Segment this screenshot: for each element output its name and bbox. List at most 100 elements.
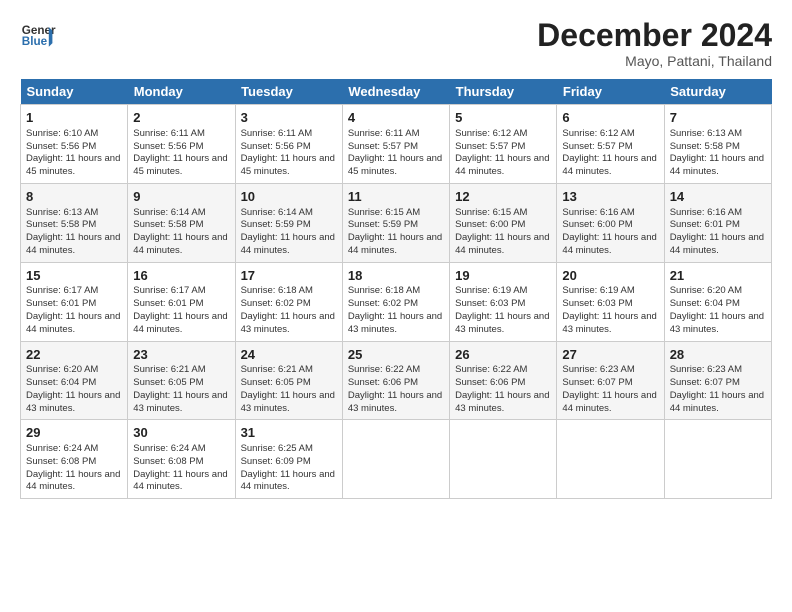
sunrise-text: Sunrise: 6:23 AM bbox=[670, 364, 742, 375]
location-title: Mayo, Pattani, Thailand bbox=[537, 53, 772, 69]
day-number: 20 bbox=[562, 267, 658, 285]
week-row-5: 29Sunrise: 6:24 AMSunset: 6:08 PMDayligh… bbox=[21, 420, 772, 499]
sunrise-text: Sunrise: 6:12 AM bbox=[562, 128, 634, 139]
calendar-cell: 2Sunrise: 6:11 AMSunset: 5:56 PMDaylight… bbox=[128, 105, 235, 184]
daylight-text: Daylight: 11 hours and 44 minutes. bbox=[562, 390, 656, 414]
day-number: 30 bbox=[133, 424, 229, 442]
calendar-cell: 9Sunrise: 6:14 AMSunset: 5:58 PMDaylight… bbox=[128, 183, 235, 262]
calendar-cell: 26Sunrise: 6:22 AMSunset: 6:06 PMDayligh… bbox=[450, 341, 557, 420]
calendar-cell: 12Sunrise: 6:15 AMSunset: 6:00 PMDayligh… bbox=[450, 183, 557, 262]
calendar-table: Sunday Monday Tuesday Wednesday Thursday… bbox=[20, 79, 772, 499]
day-number: 12 bbox=[455, 188, 551, 206]
sunrise-text: Sunrise: 6:16 AM bbox=[562, 207, 634, 218]
day-number: 21 bbox=[670, 267, 766, 285]
daylight-text: Daylight: 11 hours and 45 minutes. bbox=[26, 153, 120, 177]
calendar-cell: 27Sunrise: 6:23 AMSunset: 6:07 PMDayligh… bbox=[557, 341, 664, 420]
sunrise-text: Sunrise: 6:13 AM bbox=[26, 207, 98, 218]
daylight-text: Daylight: 11 hours and 43 minutes. bbox=[455, 390, 549, 414]
sunset-text: Sunset: 6:01 PM bbox=[26, 298, 96, 309]
days-header-row: Sunday Monday Tuesday Wednesday Thursday… bbox=[21, 79, 772, 105]
day-number: 24 bbox=[241, 346, 337, 364]
sunrise-text: Sunrise: 6:12 AM bbox=[455, 128, 527, 139]
sunset-text: Sunset: 5:57 PM bbox=[562, 141, 632, 152]
sunrise-text: Sunrise: 6:16 AM bbox=[670, 207, 742, 218]
sunrise-text: Sunrise: 6:11 AM bbox=[133, 128, 205, 139]
daylight-text: Daylight: 11 hours and 43 minutes. bbox=[241, 311, 335, 335]
day-number: 15 bbox=[26, 267, 122, 285]
week-row-3: 15Sunrise: 6:17 AMSunset: 6:01 PMDayligh… bbox=[21, 262, 772, 341]
sunrise-text: Sunrise: 6:19 AM bbox=[562, 285, 634, 296]
sunset-text: Sunset: 6:06 PM bbox=[455, 377, 525, 388]
logo: General Blue bbox=[20, 18, 56, 54]
sunrise-text: Sunrise: 6:15 AM bbox=[348, 207, 420, 218]
sunrise-text: Sunrise: 6:25 AM bbox=[241, 443, 313, 454]
sunset-text: Sunset: 5:59 PM bbox=[348, 219, 418, 230]
sunrise-text: Sunrise: 6:24 AM bbox=[133, 443, 205, 454]
calendar-cell: 11Sunrise: 6:15 AMSunset: 5:59 PM Dayligh… bbox=[342, 183, 449, 262]
week-row-4: 22Sunrise: 6:20 AMSunset: 6:04 PMDayligh… bbox=[21, 341, 772, 420]
day-number: 19 bbox=[455, 267, 551, 285]
daylight-text: Daylight: 11 hours and 43 minutes. bbox=[348, 390, 442, 414]
daylight-text: Daylight: 11 hours and 44 minutes. bbox=[26, 311, 120, 335]
day-number: 17 bbox=[241, 267, 337, 285]
daylight-text: Daylight: 11 hours and 44 minutes. bbox=[348, 232, 442, 256]
col-monday: Monday bbox=[128, 79, 235, 105]
day-number: 2 bbox=[133, 109, 229, 127]
day-number: 22 bbox=[26, 346, 122, 364]
calendar-cell: 8Sunrise: 6:13 AMSunset: 5:58 PMDaylight… bbox=[21, 183, 128, 262]
day-number: 8 bbox=[26, 188, 122, 206]
sunrise-text: Sunrise: 6:17 AM bbox=[26, 285, 98, 296]
day-number: 9 bbox=[133, 188, 229, 206]
sunset-text: Sunset: 5:58 PM bbox=[133, 219, 203, 230]
day-number: 27 bbox=[562, 346, 658, 364]
daylight-text: Daylight: 11 hours and 44 minutes. bbox=[133, 469, 227, 493]
daylight-text: Daylight: 11 hours and 43 minutes. bbox=[133, 390, 227, 414]
day-number: 31 bbox=[241, 424, 337, 442]
daylight-text: Daylight: 11 hours and 44 minutes. bbox=[241, 232, 335, 256]
sunrise-text: Sunrise: 6:13 AM bbox=[670, 128, 742, 139]
sunset-text: Sunset: 6:03 PM bbox=[562, 298, 632, 309]
day-number: 6 bbox=[562, 109, 658, 127]
calendar-cell: 24Sunrise: 6:21 AMSunset: 6:05 PMDayligh… bbox=[235, 341, 342, 420]
daylight-text: Daylight: 11 hours and 45 minutes. bbox=[348, 153, 442, 177]
calendar-cell bbox=[664, 420, 771, 499]
calendar-cell: 4Sunrise: 6:11 AMSunset: 5:57 PMDaylight… bbox=[342, 105, 449, 184]
calendar-cell: 20Sunrise: 6:19 AMSunset: 6:03 PMDayligh… bbox=[557, 262, 664, 341]
calendar-cell: 3Sunrise: 6:11 AMSunset: 5:56 PMDaylight… bbox=[235, 105, 342, 184]
day-number: 28 bbox=[670, 346, 766, 364]
day-number: 11 bbox=[348, 188, 444, 206]
sunset-text: Sunset: 6:00 PM bbox=[455, 219, 525, 230]
day-number: 23 bbox=[133, 346, 229, 364]
daylight-text: Daylight: 11 hours and 45 minutes. bbox=[133, 153, 227, 177]
sunset-text: Sunset: 6:08 PM bbox=[133, 456, 203, 467]
calendar-cell: 1Sunrise: 6:10 AMSunset: 5:56 PMDaylight… bbox=[21, 105, 128, 184]
calendar-cell: 31Sunrise: 6:25 AMSunset: 6:09 PMDayligh… bbox=[235, 420, 342, 499]
calendar-cell: 5Sunrise: 6:12 AMSunset: 5:57 PMDaylight… bbox=[450, 105, 557, 184]
calendar-cell bbox=[557, 420, 664, 499]
calendar-cell: 19Sunrise: 6:19 AMSunset: 6:03 PMDayligh… bbox=[450, 262, 557, 341]
sunrise-text: Sunrise: 6:19 AM bbox=[455, 285, 527, 296]
day-number: 7 bbox=[670, 109, 766, 127]
sunrise-text: Sunrise: 6:22 AM bbox=[455, 364, 527, 375]
sunrise-text: Sunrise: 6:17 AM bbox=[133, 285, 205, 296]
day-number: 18 bbox=[348, 267, 444, 285]
daylight-text: Daylight: 11 hours and 43 minutes. bbox=[455, 311, 549, 335]
sunrise-text: Sunrise: 6:18 AM bbox=[348, 285, 420, 296]
sunset-text: Sunset: 6:04 PM bbox=[26, 377, 96, 388]
daylight-text: Daylight: 11 hours and 44 minutes. bbox=[670, 390, 764, 414]
sunset-text: Sunset: 5:56 PM bbox=[241, 141, 311, 152]
calendar-cell: 25Sunrise: 6:22 AMSunset: 6:06 PMDayligh… bbox=[342, 341, 449, 420]
sunset-text: Sunset: 6:09 PM bbox=[241, 456, 311, 467]
sunset-text: Sunset: 6:07 PM bbox=[562, 377, 632, 388]
sunset-text: Sunset: 6:04 PM bbox=[670, 298, 740, 309]
sunset-text: Sunset: 6:02 PM bbox=[241, 298, 311, 309]
calendar-cell: 23Sunrise: 6:21 AMSunset: 6:05 PMDayligh… bbox=[128, 341, 235, 420]
sunrise-text: Sunrise: 6:11 AM bbox=[241, 128, 313, 139]
day-number: 10 bbox=[241, 188, 337, 206]
daylight-text: Daylight: 11 hours and 43 minutes. bbox=[670, 311, 764, 335]
sunset-text: Sunset: 6:06 PM bbox=[348, 377, 418, 388]
calendar-cell: 17Sunrise: 6:18 AMSunset: 6:02 PMDayligh… bbox=[235, 262, 342, 341]
week-row-2: 8Sunrise: 6:13 AM Sunset: 5:58 PM Daylight… bbox=[21, 183, 772, 262]
sunset-text: Sunset: 6:07 PM bbox=[670, 377, 740, 388]
sunrise-text: Sunrise: 6:11 AM bbox=[348, 128, 420, 139]
